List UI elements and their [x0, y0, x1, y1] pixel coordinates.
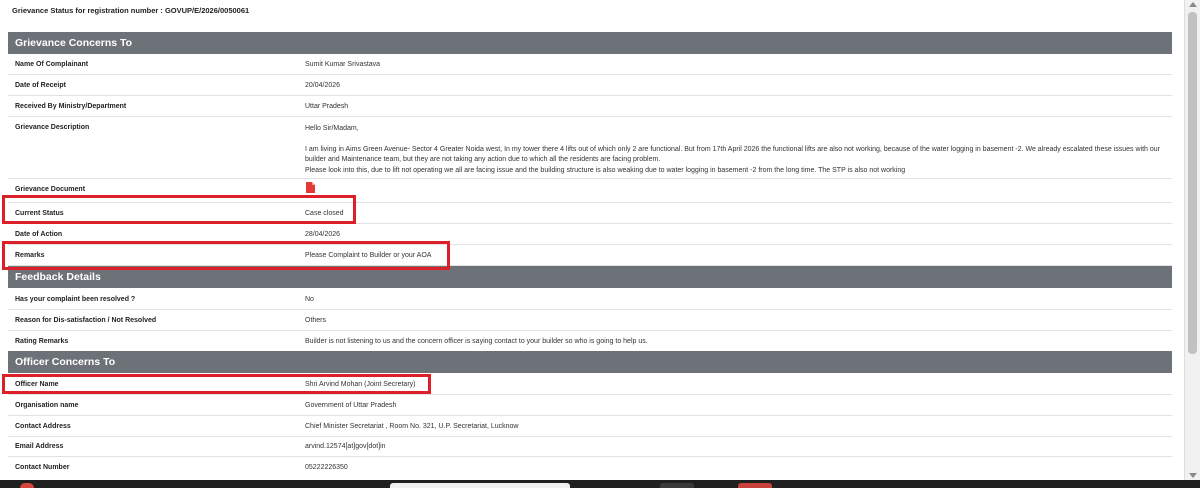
row-value: 20/04/2026 — [305, 82, 341, 89]
row-value: No — [305, 296, 314, 303]
row-organisation-name: Organisation name Government of Uttar Pr… — [8, 395, 1172, 416]
row-label: Email Address — [15, 443, 64, 450]
row-label: Organisation name — [15, 402, 79, 409]
description-closing: Please look into this, due to lift not o… — [305, 166, 906, 174]
row-label: Date of Action — [15, 231, 63, 238]
section-header-officer-concerns: Officer Concerns To — [8, 351, 1172, 373]
page-title: Grievance Status for registration number… — [12, 6, 250, 15]
vertical-scrollbar[interactable] — [1184, 0, 1200, 480]
row-complaint-resolved: Has your complaint been resolved ? No — [8, 289, 1172, 310]
description-body: I am living in Aims Green Avenue- Sector… — [305, 145, 1160, 164]
taskbar-app-icon[interactable] — [738, 483, 772, 488]
scroll-down-arrow-icon[interactable] — [1189, 473, 1197, 478]
row-label: Contact Address — [15, 423, 71, 430]
row-value: 28/04/2026 — [305, 231, 341, 238]
row-value: Builder is not listening to us and the c… — [305, 338, 648, 345]
taskbar-search-box[interactable] — [390, 483, 570, 488]
row-contact-address: Contact Address Chief Minister Secretari… — [8, 416, 1172, 437]
highlight-current-status — [2, 195, 356, 224]
row-name-of-complainant: Name Of Complainant Sumit Kumar Srivasta… — [8, 54, 1172, 75]
row-reason-dissatisfaction: Reason for Dis-satisfaction / Not Resolv… — [8, 310, 1172, 331]
row-value: 05222226350 — [305, 464, 348, 471]
row-value: Others — [305, 317, 327, 324]
row-label: Grievance Description — [15, 124, 90, 131]
grievance-description-text: Hello Sir/Madam, I am living in Aims Gre… — [305, 124, 1165, 176]
section-header-grievance-concerns: Grievance Concerns To — [8, 32, 1172, 54]
row-value: arvind.12574[at]gov[dot]in — [305, 443, 386, 450]
row-grievance-description: Grievance Description Hello Sir/Madam, I… — [8, 117, 1172, 179]
highlight-officer-name — [2, 374, 431, 394]
description-greeting: Hello Sir/Madam, — [305, 125, 359, 132]
row-label: Has your complaint been resolved ? — [15, 296, 136, 303]
row-value: Chief Minister Secretariat , Room No. 32… — [305, 423, 519, 430]
row-received-by: Received By Ministry/Department Uttar Pr… — [8, 96, 1172, 117]
row-rating-remarks: Rating Remarks Builder is not listening … — [8, 331, 1172, 352]
scrollbar-thumb[interactable] — [1188, 12, 1197, 354]
pdf-file-icon[interactable] — [306, 182, 315, 193]
row-label: Name Of Complainant — [15, 61, 89, 68]
highlight-remarks — [2, 241, 450, 270]
grievance-status-panel: Grievance Status for registration number… — [0, 0, 1184, 480]
row-email-address: Email Address arvind.12574[at]gov[dot]in — [8, 436, 1172, 457]
row-value: Uttar Pradesh — [305, 103, 349, 110]
row-label: Date of Receipt — [15, 82, 66, 89]
row-value: Sumit Kumar Srivastava — [305, 61, 381, 68]
taskbar-app-icon[interactable] — [20, 483, 34, 488]
row-label: Grievance Document — [15, 186, 86, 193]
row-contact-number: Contact Number 05222226350 — [8, 457, 1172, 478]
row-label: Contact Number — [15, 464, 70, 471]
scroll-up-arrow-icon[interactable] — [1189, 2, 1197, 7]
row-value: Government of Uttar Pradesh — [305, 402, 397, 409]
taskbar — [0, 480, 1200, 488]
row-label: Reason for Dis-satisfaction / Not Resolv… — [15, 317, 157, 324]
row-label: Rating Remarks — [15, 338, 69, 345]
row-date-of-receipt: Date of Receipt 20/04/2026 — [8, 75, 1172, 96]
taskbar-app-icon[interactable] — [660, 483, 694, 488]
row-label: Received By Ministry/Department — [15, 103, 127, 110]
